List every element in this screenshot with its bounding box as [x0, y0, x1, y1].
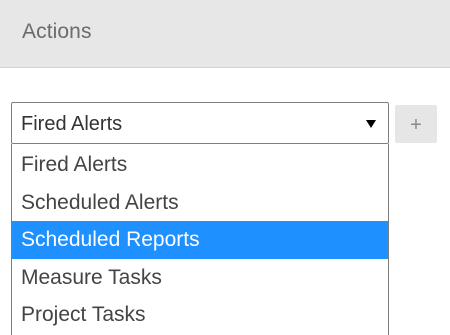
chevron-down-icon[interactable] — [366, 120, 376, 128]
page: Actions Fired Alerts + Fired Alerts Sche… — [0, 0, 450, 335]
action-type-select[interactable]: Fired Alerts — [11, 102, 389, 144]
add-button[interactable]: + — [395, 105, 437, 143]
dropdown-list: Fired Alerts Scheduled Alerts Scheduled … — [11, 144, 389, 335]
select-value: Fired Alerts — [21, 113, 123, 135]
dropdown-option-measure-tasks[interactable]: Measure Tasks — [12, 259, 388, 297]
dropdown-option-fired-alerts[interactable]: Fired Alerts — [12, 146, 388, 184]
panel-header: Actions — [0, 0, 450, 68]
dropdown-option-scheduled-alerts[interactable]: Scheduled Alerts — [12, 184, 388, 222]
panel-title: Actions — [22, 20, 92, 43]
dropdown-option-project-tasks[interactable]: Project Tasks — [12, 296, 388, 334]
dropdown-option-scheduled-reports[interactable]: Scheduled Reports — [12, 221, 388, 259]
